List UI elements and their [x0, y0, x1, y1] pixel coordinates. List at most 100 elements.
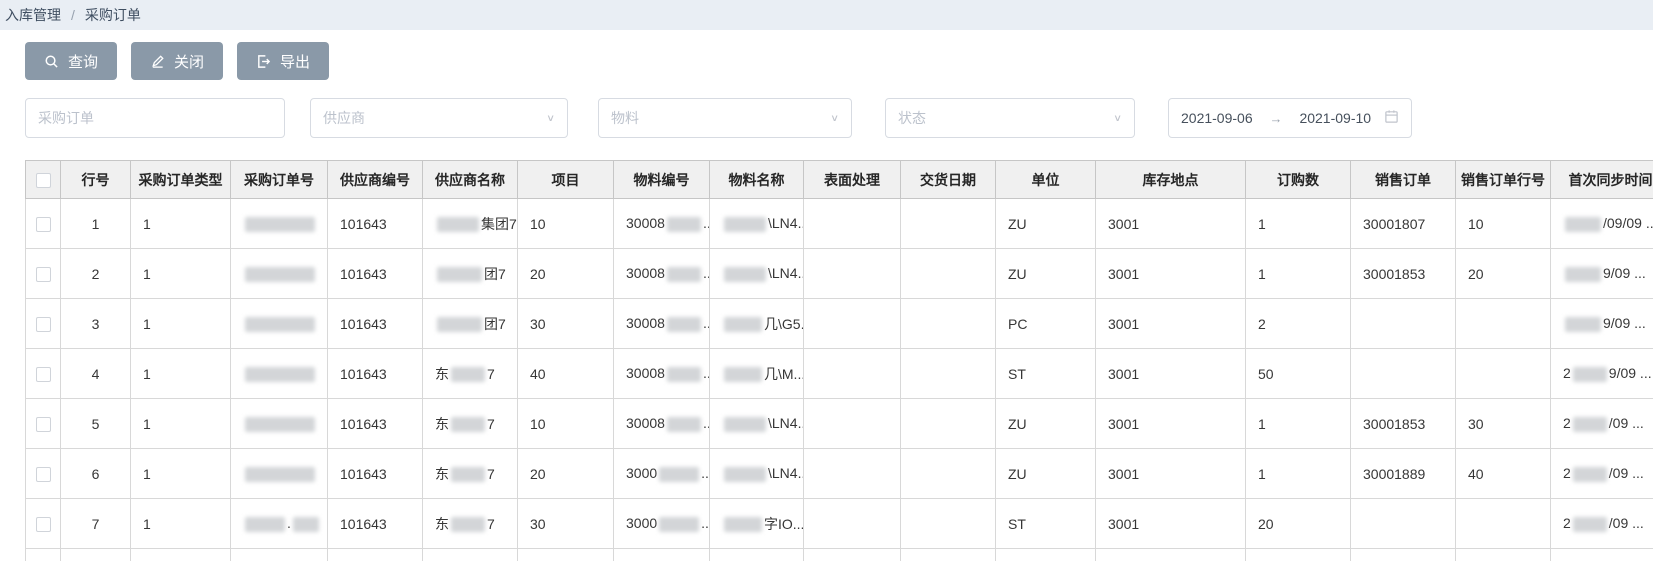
cell-first_sync_time: 29/09 ...: [1551, 349, 1653, 399]
row-checkbox[interactable]: [36, 517, 51, 532]
cell-line_no: 6: [61, 449, 131, 499]
cell-order_qty: [1246, 549, 1351, 561]
cell-line_no: 5: [61, 399, 131, 449]
row-checkbox[interactable]: [36, 417, 51, 432]
cell-select: [26, 299, 61, 349]
table-row: 51101643东71030008..\LN4...ZU300113000185…: [26, 399, 1653, 449]
cell-material_no: 30008..: [614, 399, 710, 449]
redacted-text: [1565, 217, 1601, 232]
redacted-text: [724, 217, 766, 232]
cell-po_no: [231, 299, 328, 349]
export-button[interactable]: 导出: [237, 42, 329, 80]
cell-project: [518, 549, 614, 561]
cell-line_no: 7: [61, 499, 131, 549]
col-header-sales_order_line: 销售订单行号: [1456, 161, 1551, 199]
redacted-text: [667, 217, 701, 232]
row-checkbox[interactable]: [36, 267, 51, 282]
material-select[interactable]: 物料 ∨: [598, 98, 852, 138]
redacted-text: [724, 367, 762, 382]
cell-material_name: [710, 549, 804, 561]
col-header-sales_order: 销售订单: [1351, 161, 1456, 199]
cell-sales_order_line: [1456, 549, 1551, 561]
redacted-text: [724, 517, 762, 532]
redacted-text: [245, 517, 285, 532]
cell-delivery_date: [901, 299, 996, 349]
cell-select: [26, 349, 61, 399]
table-row: 21101643团72030008..\LN4...ZU300113000185…: [26, 249, 1653, 299]
date-range-picker[interactable]: 2021-09-06 → 2021-09-10: [1168, 98, 1412, 138]
purchase-order-input[interactable]: [38, 110, 272, 126]
cell-supplier_name: 团7: [423, 299, 518, 349]
breadcrumb-item-storage[interactable]: 入库管理: [5, 5, 61, 25]
cell-first_sync_time: 2/09 ...: [1551, 499, 1653, 549]
cell-surface: [804, 249, 901, 299]
cell-sales_order: 30001889: [1351, 449, 1456, 499]
cell-select: [26, 449, 61, 499]
redacted-text: [1573, 517, 1607, 532]
po-table: 行号采购订单类型采购订单号供应商编号供应商名称项目物料编号物料名称表面处理交货日…: [25, 160, 1653, 561]
status-select[interactable]: 状态 ∨: [885, 98, 1135, 138]
cell-order_qty: 1: [1246, 249, 1351, 299]
cell-order_qty: 1: [1246, 399, 1351, 449]
cell-sales_order: [1351, 499, 1456, 549]
cell-surface: [804, 499, 901, 549]
cell-unit: ZU: [996, 249, 1096, 299]
cell-supplier_no: 101643: [328, 499, 423, 549]
close-button[interactable]: 关闭: [131, 42, 223, 80]
cell-unit: [996, 549, 1096, 561]
cell-supplier_no: 101643: [328, 249, 423, 299]
cell-surface: [804, 449, 901, 499]
redacted-text: [724, 417, 766, 432]
cell-material_no: 3000..: [614, 499, 710, 549]
cell-material_name: \LN4...: [710, 449, 804, 499]
cell-unit: ST: [996, 349, 1096, 399]
cell-stock_location: 3001: [1096, 199, 1246, 249]
breadcrumb: 入库管理 / 采购订单: [0, 0, 1653, 30]
cell-sales_order_line: [1456, 349, 1551, 399]
row-checkbox[interactable]: [36, 317, 51, 332]
cell-project: 20: [518, 449, 614, 499]
cell-select: [26, 249, 61, 299]
cell-material_name: \LN4...: [710, 199, 804, 249]
row-checkbox[interactable]: [36, 467, 51, 482]
col-header-first_sync_time: 首次同步时间: [1551, 161, 1653, 199]
supplier-select[interactable]: 供应商 ∨: [310, 98, 568, 138]
redacted-text: [724, 317, 762, 332]
cell-material_name: 几\M...: [710, 349, 804, 399]
chevron-down-icon: ∨: [830, 112, 839, 123]
col-header-line_no: 行号: [61, 161, 131, 199]
row-checkbox[interactable]: [36, 367, 51, 382]
cell-delivery_date: [901, 499, 996, 549]
redacted-text: [659, 467, 699, 482]
cell-line_no: 3: [61, 299, 131, 349]
cell-line_no: 2: [61, 249, 131, 299]
redacted-text: [437, 267, 482, 282]
cell-po_type: 1: [131, 499, 231, 549]
cell-unit: ZU: [996, 199, 1096, 249]
row-checkbox[interactable]: [36, 217, 51, 232]
cell-po_type: 1: [131, 199, 231, 249]
cell-po_no: [231, 249, 328, 299]
cell-supplier_no: 101643: [328, 299, 423, 349]
cell-project: 10: [518, 199, 614, 249]
redacted-text: [245, 467, 315, 482]
redacted-text: [1565, 317, 1601, 332]
cell-delivery_date: [901, 449, 996, 499]
chevron-down-icon: ∨: [1113, 112, 1122, 123]
date-range-end: 2021-09-10: [1299, 110, 1371, 126]
cell-po_type: 1: [131, 399, 231, 449]
cell-select: [26, 549, 61, 561]
redacted-text: [1573, 367, 1607, 382]
cell-stock_location: [1096, 549, 1246, 561]
chevron-down-icon: ∨: [546, 112, 555, 123]
cell-material_name: 几\G5...: [710, 299, 804, 349]
cell-stock_location: 3001: [1096, 449, 1246, 499]
table-row: 71.101643东7303000..字IO...ST3001202/09 ..…: [26, 499, 1653, 549]
cell-material_no: 30008..: [614, 349, 710, 399]
cell-sales_order_line: 20: [1456, 249, 1551, 299]
cell-stock_location: 3001: [1096, 349, 1246, 399]
cell-select: [26, 399, 61, 449]
cell-supplier_name: 东7: [423, 349, 518, 399]
select-all-checkbox[interactable]: [36, 173, 51, 188]
query-button[interactable]: 查询: [25, 42, 117, 80]
